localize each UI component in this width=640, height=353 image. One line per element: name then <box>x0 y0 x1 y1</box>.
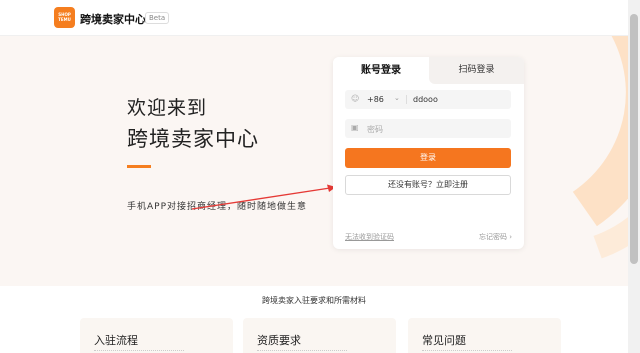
top-navigation-bar: SHOP TEMU 跨境卖家中心 Beta <box>0 0 628 36</box>
register-button[interactable]: 还没有账号？立即注册 <box>345 175 511 195</box>
welcome-heading: 欢迎来到 <box>127 97 208 119</box>
faq-card[interactable]: 常见问题 <box>408 318 561 353</box>
hero-section <box>0 36 628 286</box>
user-icon: ☺ <box>351 94 360 103</box>
password-input[interactable]: 密码 <box>367 124 383 135</box>
process-card[interactable]: 入驻流程 <box>80 318 233 353</box>
forgot-password-label: 忘记密码 <box>478 233 507 241</box>
card-title: 入驻流程 <box>94 334 138 347</box>
password-field[interactable]: ▣ 密码 <box>345 119 511 138</box>
beta-badge: Beta <box>145 12 170 24</box>
phone-field[interactable]: ☺ +86 ⌄ ddooo <box>345 90 511 109</box>
chevron-right-icon: › <box>509 233 512 241</box>
welcome-subheading: 跨境卖家中心 <box>127 127 259 151</box>
logo-text: SHOP TEMU <box>58 12 71 22</box>
annotation-arrow <box>191 184 336 210</box>
accent-underline <box>127 165 151 168</box>
divider <box>406 95 407 104</box>
page-scrollbar[interactable] <box>628 0 640 353</box>
country-code-select[interactable]: +86 <box>367 95 384 104</box>
qualification-card[interactable]: 资质要求 <box>243 318 396 353</box>
brand-title[interactable]: 跨境卖家中心 <box>80 11 146 27</box>
scrollbar-thumb[interactable] <box>630 14 638 264</box>
requirements-title: 跨境卖家入驻要求和所需材料 <box>262 296 366 305</box>
forgot-password-link[interactable]: 忘记密码 › <box>479 232 512 242</box>
phone-input[interactable]: ddooo <box>413 95 438 104</box>
card-title: 常见问题 <box>422 334 466 347</box>
card-title: 资质要求 <box>257 334 301 347</box>
temu-logo[interactable]: SHOP TEMU <box>54 7 75 28</box>
login-button[interactable]: 登录 <box>345 148 511 168</box>
tab-account-login[interactable]: 账号登录 <box>333 57 429 84</box>
no-code-link[interactable]: 无法收到验证码 <box>345 232 394 242</box>
lock-icon: ▣ <box>351 123 359 132</box>
tab-scan-login[interactable]: 扫码登录 <box>429 57 524 84</box>
login-card: 账号登录 扫码登录 ☺ +86 ⌄ ddooo ▣ 密码 登录 还没有账号？立即… <box>333 57 524 249</box>
chevron-down-icon[interactable]: ⌄ <box>394 94 400 102</box>
